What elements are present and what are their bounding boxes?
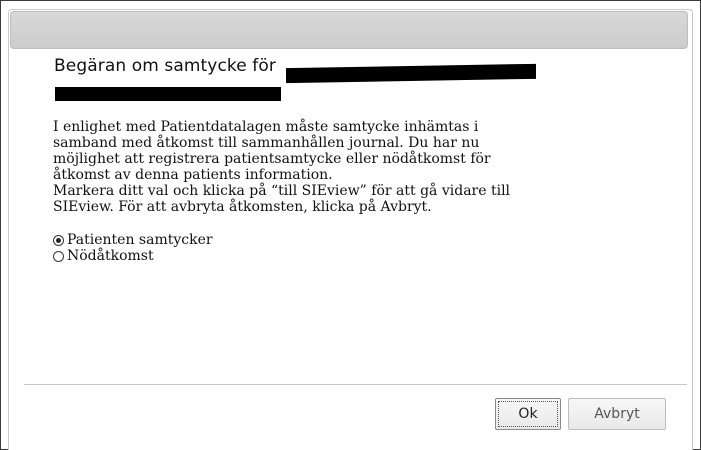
option-emergency-access[interactable]: Nödåtkomst [53,248,213,264]
radio-patient-consent[interactable] [53,234,64,246]
dialog-body: I enlighet med Patientdatalagen måste sa… [53,119,523,215]
dialog-titlebar[interactable] [10,11,688,49]
body-paragraph-instructions: Markera ditt val och klicka på “till SIE… [53,183,511,215]
option-patient-consent[interactable]: Patienten samtycker [53,232,213,248]
footer-divider [24,384,687,385]
consent-options: Patienten samtycker Nödåtkomst [53,232,213,264]
ok-button[interactable]: Ok [495,398,561,430]
redacted-patient-name [286,63,536,84]
consent-dialog: Begäran om samtycke för I enlighet med P… [8,9,693,450]
option-patient-consent-label: Patienten samtycker [67,232,213,248]
window-frame: Begäran om samtycke för I enlighet med P… [0,0,701,450]
option-emergency-access-label: Nödåtkomst [67,248,154,264]
dialog-heading: Begäran om samtycke för [54,56,276,76]
cancel-button[interactable]: Avbryt [568,398,666,430]
radio-emergency-access[interactable] [53,250,64,262]
body-paragraph-info: I enlighet med Patientdatalagen måste sa… [53,119,491,183]
redacted-patient-id [55,87,281,101]
